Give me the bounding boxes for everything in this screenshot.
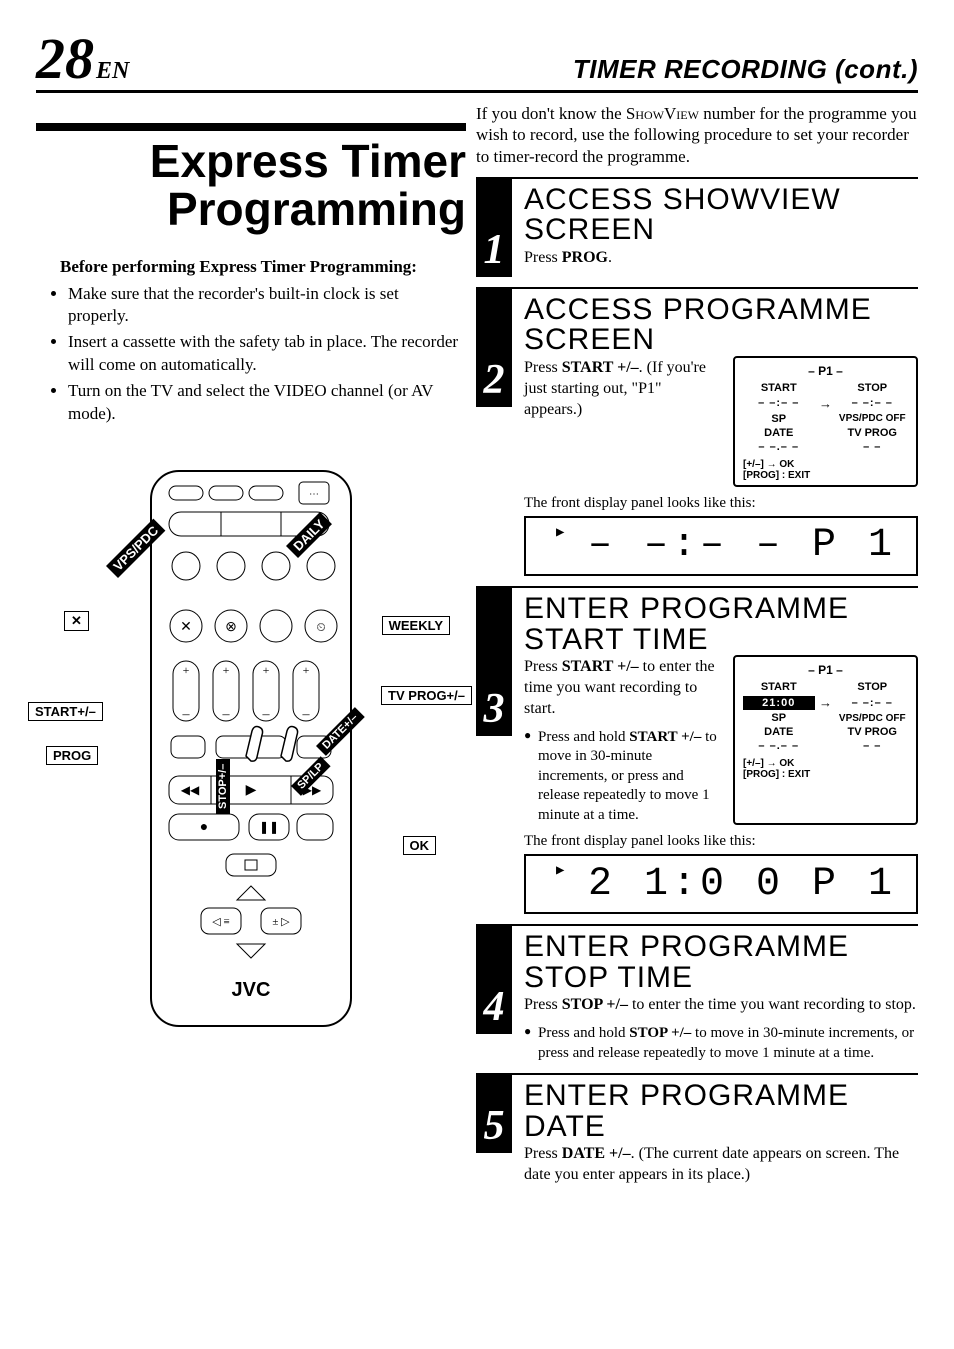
osd-screen: – P1 – STARTSTOP – –:– –→– –:– – SPVPS/P… [733,356,918,487]
svg-text:+: + [223,663,230,677]
remote-tag-stop: STOP+/– [216,759,230,814]
panel-label: The front display panel looks like this: [524,833,918,850]
step-3: 3 ENTER PROGRAMME START TIME Press START… [476,586,918,914]
panel-label: The front display panel looks like this: [524,495,918,512]
remote-tag-ok: OK [403,836,437,855]
intro-text: If you don't know the ShowView number fo… [476,103,918,167]
svg-text:⏲: ⏲ [316,620,325,634]
svg-text:●: ● [200,820,208,835]
page-number-value: 28 [36,26,94,91]
osd-hdr: – P1 – [743,663,908,677]
before-item: Insert a cassette with the safety tab in… [68,331,462,377]
svg-text:+: + [263,663,270,677]
page-number: 28EN [36,30,129,88]
step-desc: Press START +/–. (If you're just startin… [524,358,723,420]
intro-showview: ShowView [626,104,699,123]
step-title: ENTER PROGRAMME DATE [524,1081,918,1142]
svg-text:± ▷: ± ▷ [272,916,290,928]
step-2: 2 ACCESS PROGRAMME SCREEN Press START +/… [476,287,918,576]
step-title: ENTER PROGRAMME STOP TIME [524,932,918,993]
main-heading: Express Timer Programming [36,123,466,234]
play-icon: ▶ [556,524,568,541]
svg-text:✕: ✕ [180,620,192,635]
remote-tag-cancel-icon: ✕ [64,611,89,631]
lcd-value: – –:– – P 1 [588,523,896,568]
lcd-panel: ▶ – –:– – P 1 [524,516,918,576]
step-desc: Press PROG. [524,248,918,269]
step-number: 2 [476,287,512,407]
step-sub: Press and hold STOP +/– to move in 30-mi… [524,1024,918,1063]
svg-text:◀◀: ◀◀ [181,783,200,797]
svg-text:❚❚: ❚❚ [259,820,279,834]
step-5: 5 ENTER PROGRAMME DATE Press DATE +/–. (… [476,1073,918,1186]
step-desc: Press DATE +/–. (The current date appear… [524,1144,918,1186]
step-desc: Press STOP +/– to enter the time you wan… [524,995,918,1016]
play-icon: ▶ [556,862,568,879]
before-item: Turn on the TV and select the VIDEO chan… [68,380,462,426]
svg-text:JVC: JVC [232,979,271,1001]
step-title: ACCESS SHOWVIEW SCREEN [524,185,918,246]
svg-text:–: – [222,707,231,722]
step-number: 3 [476,586,512,736]
osd-hdr: – P1 – [743,364,908,378]
step-sub: Press and hold START +/– to move in 30-m… [524,728,723,826]
remote-tag-start: START+/– [28,702,103,721]
svg-text:◁ ≡: ◁ ≡ [212,916,229,928]
step-number: 1 [476,177,512,277]
before-item: Make sure that the recorder's built-in c… [68,283,462,329]
svg-text:–: – [182,707,191,722]
svg-text:⊗: ⊗ [225,620,237,635]
remote-illustration: ⋯ ✕ ⊗ ⏲ [36,466,466,1086]
step-title: ACCESS PROGRAMME SCREEN [524,295,918,356]
remote-tag-prog: PROG [46,746,98,765]
step-1: 1 ACCESS SHOWVIEW SCREEN Press PROG. [476,177,918,277]
step-number: 5 [476,1073,512,1153]
intro-pre: If you don't know the [476,104,626,123]
lcd-panel: ▶ 2 1:0 0 P 1 [524,854,918,914]
svg-text:+: + [183,663,190,677]
page-lang: EN [96,58,129,84]
svg-text:–: – [302,707,311,722]
osd-screen: – P1 – STARTSTOP 21:00→– –:– – SPVPS/PDC… [733,655,918,825]
before-box: Before performing Express Timer Programm… [36,256,466,427]
lcd-value: 2 1:0 0 P 1 [588,862,896,907]
remote-tag-tvprog: TV PROG+/– [381,686,472,705]
section-title: TIMER RECORDING (cont.) [573,54,918,85]
step-desc: Press START +/– to enter the time you wa… [524,657,723,719]
svg-text:–: – [262,707,271,722]
step-4: 4 ENTER PROGRAMME STOP TIME Press STOP +… [476,924,918,1063]
before-title: Before performing Express Timer Programm… [60,256,462,279]
remote-tag-weekly: WEEKLY [382,616,450,635]
svg-text:+: + [303,663,310,677]
svg-text:▶: ▶ [246,783,257,798]
svg-text:⋯: ⋯ [309,489,319,500]
right-column: If you don't know the ShowView number fo… [476,103,918,1186]
left-column: Express Timer Programming Before perform… [36,103,476,1186]
page-header: 28EN TIMER RECORDING (cont.) [36,30,918,93]
step-number: 4 [476,924,512,1034]
step-title: ENTER PROGRAMME START TIME [524,594,918,655]
